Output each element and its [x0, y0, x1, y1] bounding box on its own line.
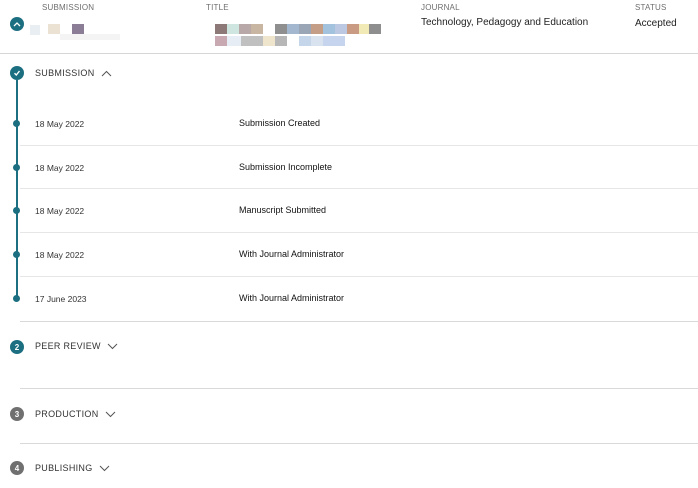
row-divider	[20, 145, 698, 146]
stage-toggle-production[interactable]: PRODUCTION	[35, 409, 116, 419]
event-date: 18 May 2022	[35, 163, 85, 173]
stage-label: PRODUCTION	[35, 409, 99, 419]
chevron-down-icon	[105, 411, 115, 417]
event-name: Submission Created	[239, 118, 321, 128]
stage-toggle-publishing[interactable]: PUBLISHING	[35, 463, 110, 473]
timeline-dot	[13, 164, 20, 171]
chevron-up-icon	[101, 70, 111, 76]
stage-label: PUBLISHING	[35, 463, 93, 473]
stage-number-icon: 2	[10, 340, 24, 354]
event-date: 18 May 2022	[35, 119, 85, 129]
collapse-row-button[interactable]	[10, 17, 24, 31]
row-divider	[20, 188, 698, 189]
journal-name: Technology, Pedagogy and Education	[421, 17, 589, 28]
event-date: 18 May 2022	[35, 250, 85, 260]
row-divider	[20, 276, 698, 277]
event-name: Manuscript Submitted	[239, 205, 327, 215]
section-divider	[20, 443, 698, 444]
status-value: Accepted	[635, 18, 677, 29]
row-divider	[20, 232, 698, 233]
column-header-submission: SUBMISSION	[42, 3, 95, 12]
timeline-dot	[13, 251, 20, 258]
stage-number-icon: 4	[10, 461, 24, 475]
stage-status-icon	[10, 66, 24, 80]
section-divider	[20, 388, 698, 389]
chevron-down-icon	[107, 343, 118, 349]
event-name: With Journal Administrator	[239, 293, 345, 303]
stage-toggle-peer-review[interactable]: PEER REVIEW	[35, 341, 118, 351]
stage-toggle-submission[interactable]: SUBMISSION	[35, 68, 112, 78]
column-header-journal: JOURNAL	[421, 3, 460, 12]
timeline-line	[16, 80, 18, 298]
event-name: Submission Incomplete	[239, 162, 333, 172]
event-date: 17 June 2023	[35, 294, 87, 304]
event-name: With Journal Administrator	[239, 249, 345, 259]
column-header-title: TITLE	[206, 3, 229, 12]
event-date: 18 May 2022	[35, 206, 85, 216]
check-icon	[14, 70, 21, 77]
timeline-dot	[13, 295, 20, 302]
header-divider	[0, 53, 698, 54]
chevron-up-icon	[13, 22, 21, 27]
timeline-dot	[13, 207, 20, 214]
chevron-down-icon	[99, 465, 109, 471]
column-header-status: STATUS	[635, 3, 667, 12]
stage-number-icon: 3	[10, 407, 24, 421]
stage-label: SUBMISSION	[35, 68, 95, 78]
timeline-dot	[13, 120, 20, 127]
section-divider	[20, 321, 698, 322]
stage-label: PEER REVIEW	[35, 341, 101, 351]
